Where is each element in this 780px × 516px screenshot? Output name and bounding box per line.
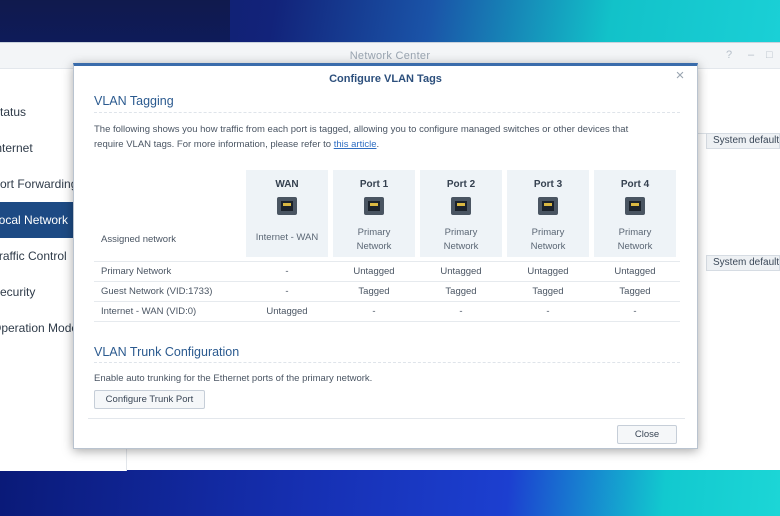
sidebar-item-label: Operation Modes (0, 321, 85, 335)
port-name: WAN (275, 179, 299, 190)
port-network-line: Primary (531, 227, 565, 238)
app-title: Network Center (349, 50, 431, 62)
port-network-line: Primary (618, 227, 652, 238)
close-icon[interactable]: × (672, 68, 688, 84)
port-name: Port 2 (446, 179, 476, 190)
table-cell: - (372, 306, 376, 317)
port-name: Port 4 (620, 179, 650, 190)
port-column-port-1: Port 1 Primary Network (333, 170, 415, 257)
port-network: Primary Network (420, 226, 502, 254)
port-network: Internet - WAN (255, 232, 319, 243)
port-column-wan: WAN Internet - WAN (246, 170, 328, 257)
table-cell: Untagged (527, 266, 569, 277)
table-row-label: Internet - WAN (VID:0) (101, 306, 197, 317)
table-cell: Tagged (532, 286, 564, 297)
footer-divider (88, 418, 685, 419)
maximize-icon[interactable]: □ (766, 49, 773, 61)
ethernet-port-icon (277, 197, 297, 215)
description-line: require VLAN tags. For more information,… (94, 137, 664, 152)
table-row-label: Primary Network (101, 266, 172, 277)
port-network-line: Network (617, 241, 653, 252)
table-row-label: Guest Network (VID:1733) (101, 286, 213, 297)
section-divider (94, 112, 680, 113)
table-cell: - (546, 306, 550, 317)
configure-vlan-tags-dialog: Configure VLAN Tags × VLAN Tagging The f… (73, 63, 698, 449)
sidebar-item-label: Traffic Control (0, 249, 67, 263)
table-cell: Tagged (619, 286, 651, 297)
desktop-background-bottom (0, 468, 780, 516)
table-cell: Untagged (440, 266, 482, 277)
port-name: Port 1 (359, 179, 389, 190)
desktop-background-top (0, 0, 780, 44)
table-divider (94, 301, 680, 302)
table-divider (94, 281, 680, 282)
table-cell: - (285, 286, 289, 297)
table-cell: Tagged (358, 286, 390, 297)
port-column-port-2: Port 2 Primary Network (420, 170, 502, 257)
port-network-line: Network (530, 241, 566, 252)
sidebar-item-label: Port Forwarding (0, 177, 78, 191)
system-default-select[interactable]: System default (706, 133, 780, 149)
this-article-link[interactable]: this article (334, 139, 377, 150)
ethernet-port-icon (451, 197, 471, 215)
ethernet-port-icon (538, 197, 558, 215)
port-network-line: Primary (357, 227, 391, 238)
description-text: . (376, 139, 380, 150)
vlan-tagging-title: VLAN Tagging (94, 94, 174, 108)
configure-trunk-port-button[interactable]: Configure Trunk Port (94, 390, 205, 409)
close-button[interactable]: Close (617, 425, 677, 444)
table-cell: Untagged (353, 266, 395, 277)
minimize-icon[interactable]: – (748, 49, 754, 61)
trunk-description: Enable auto trunking for the Ethernet po… (94, 373, 373, 384)
table-cell: Untagged (266, 306, 308, 317)
table-cell: - (459, 306, 463, 317)
vlan-tagging-description: The following shows you how traffic from… (94, 122, 664, 152)
ethernet-port-icon (625, 197, 645, 215)
table-divider (94, 261, 680, 262)
port-network-line: Network (356, 241, 392, 252)
sidebar-item-label: Local Network (0, 213, 69, 227)
vlan-trunk-title: VLAN Trunk Configuration (94, 345, 240, 359)
assigned-network-label: Assigned network (101, 234, 176, 245)
table-divider (94, 321, 680, 322)
help-icon[interactable]: ? (726, 49, 732, 61)
port-column-port-3: Port 3 Primary Network (507, 170, 589, 257)
port-name: Port 3 (533, 179, 563, 190)
table-cell: Tagged (445, 286, 477, 297)
table-cell: - (633, 306, 637, 317)
port-network: Primary Network (507, 226, 589, 254)
port-network: Primary Network (333, 226, 415, 254)
table-cell: Untagged (614, 266, 656, 277)
description-line: The following shows you how traffic from… (94, 124, 629, 135)
port-network-line: Primary (444, 227, 478, 238)
sidebar-item-label: Status (0, 105, 27, 119)
section-divider (94, 362, 680, 363)
port-network: Primary Network (594, 226, 676, 254)
dialog-title: Configure VLAN Tags (329, 73, 442, 85)
description-text: require VLAN tags. For more information,… (94, 139, 334, 150)
port-network-line: Network (443, 241, 479, 252)
ethernet-port-icon (364, 197, 384, 215)
sidebar-item-label: Internet (0, 141, 33, 155)
system-default-select[interactable]: System default (706, 255, 780, 271)
sidebar-item-label: Security (0, 285, 36, 299)
table-cell: - (285, 266, 289, 277)
port-column-port-4: Port 4 Primary Network (594, 170, 676, 257)
